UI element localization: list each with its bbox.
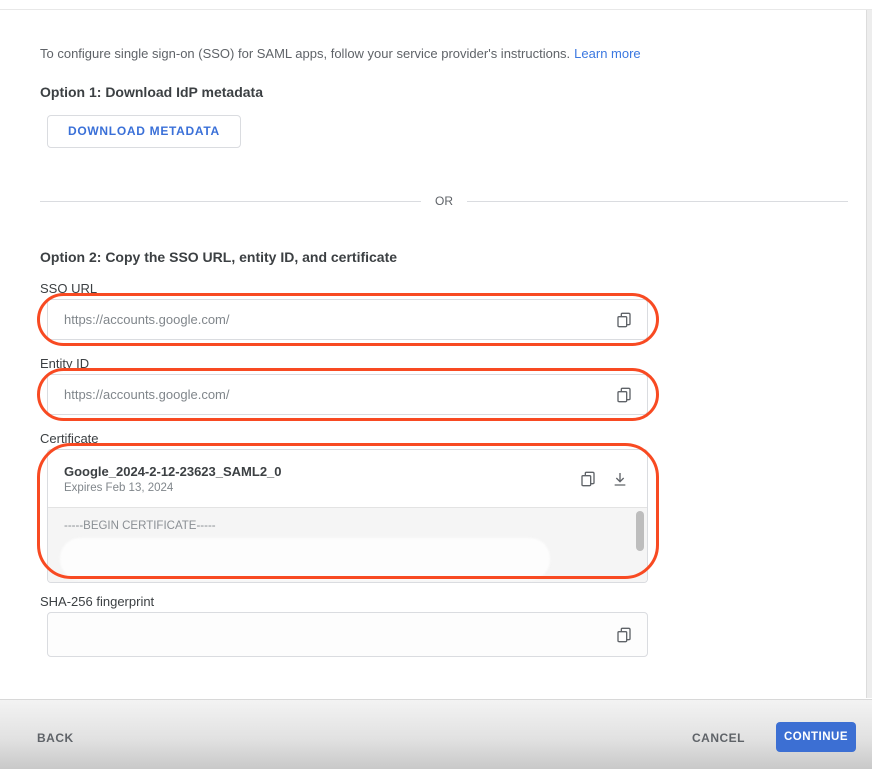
certificate-first-line: -----BEGIN CERTIFICATE----- — [64, 520, 216, 532]
entity-id-field[interactable]: https://accounts.google.com/ — [47, 374, 648, 415]
page-top-border — [0, 9, 872, 10]
certificate-card: Google_2024-2-12-23623_SAML2_0 Expires F… — [47, 449, 648, 583]
certificate-name: Google_2024-2-12-23623_SAML2_0 — [64, 463, 282, 479]
sso-url-value: https://accounts.google.com/ — [64, 312, 230, 327]
entity-id-label: Entity ID — [40, 356, 90, 371]
option2-heading: Option 2: Copy the SSO URL, entity ID, a… — [40, 249, 398, 265]
certificate-expiry: Expires Feb 13, 2024 — [64, 481, 174, 494]
certificate-label: Certificate — [40, 431, 99, 446]
page-right-gutter — [866, 10, 872, 698]
or-divider: OR — [40, 194, 848, 208]
scrollbar-thumb[interactable] — [636, 511, 644, 551]
sso-url-field[interactable]: https://accounts.google.com/ — [47, 299, 648, 340]
download-icon[interactable] — [611, 470, 629, 488]
divider-line-right — [467, 200, 848, 202]
entity-id-value: https://accounts.google.com/ — [64, 387, 230, 402]
intro-sentence: To configure single sign-on (SSO) for SA… — [40, 46, 571, 61]
copy-icon[interactable] — [615, 386, 633, 404]
option1-heading: Option 1: Download IdP metadata — [40, 84, 263, 100]
intro-text: To configure single sign-on (SSO) for SA… — [40, 46, 641, 61]
learn-more-link[interactable]: Learn more — [574, 46, 640, 61]
certificate-header: Google_2024-2-12-23623_SAML2_0 Expires F… — [48, 450, 647, 507]
copy-icon[interactable] — [615, 626, 633, 644]
dialog-footer: BACK CANCEL CONTINUE — [0, 699, 872, 769]
divider-line-left — [40, 200, 421, 202]
sha256-fingerprint-field[interactable] — [47, 612, 648, 657]
or-label: OR — [435, 194, 453, 208]
copy-icon[interactable] — [579, 470, 597, 488]
back-button[interactable]: BACK — [37, 731, 74, 745]
continue-button[interactable]: CONTINUE — [776, 722, 856, 752]
download-metadata-button[interactable]: DOWNLOAD METADATA — [47, 115, 241, 148]
sso-url-label: SSO URL — [40, 281, 98, 296]
copy-icon[interactable] — [615, 311, 633, 329]
cancel-button[interactable]: CANCEL — [692, 731, 745, 745]
certificate-body[interactable]: -----BEGIN CERTIFICATE----- — [48, 507, 647, 582]
redaction-blur — [60, 538, 550, 580]
sha256-fingerprint-label: SHA-256 fingerprint — [40, 594, 155, 609]
